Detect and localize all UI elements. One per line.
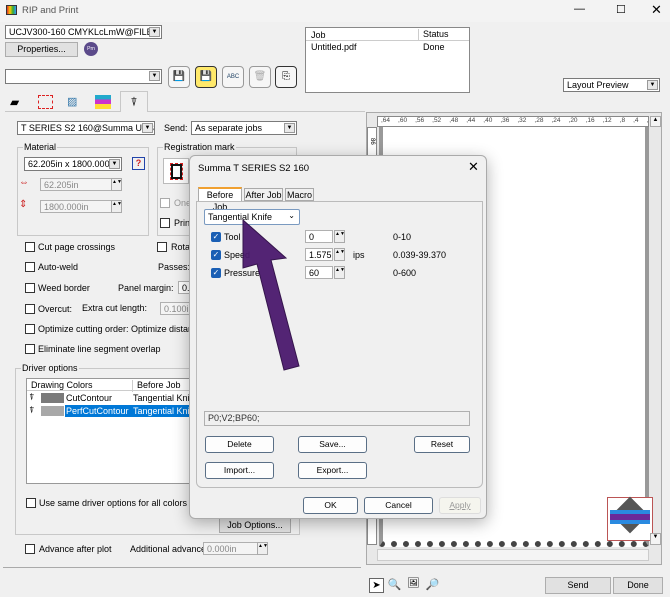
annotation-arrow — [242, 218, 300, 371]
arrow-shape — [242, 218, 300, 371]
